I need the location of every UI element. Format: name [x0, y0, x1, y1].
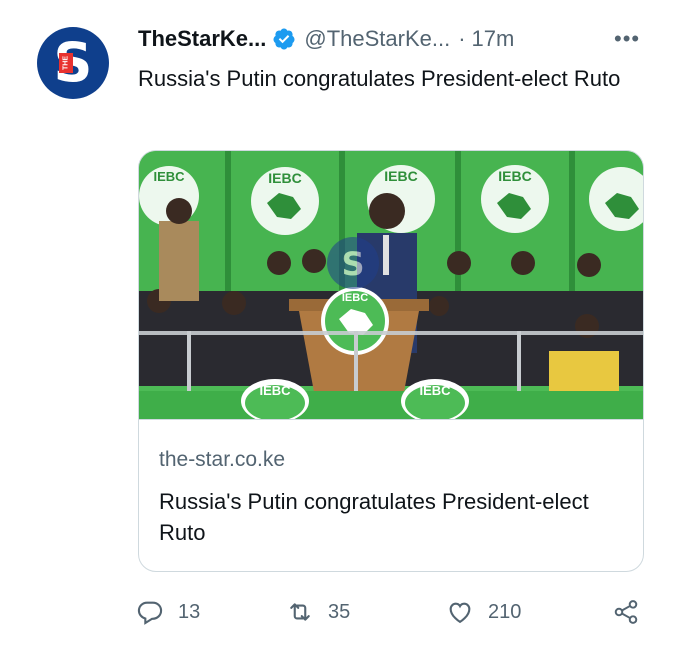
reply-count: 13: [178, 600, 201, 623]
star-watermark: S: [327, 237, 379, 289]
like-count: 210: [488, 600, 522, 623]
iebc-text-1: IEBC: [153, 169, 185, 184]
separator-dot: ·: [458, 26, 466, 51]
like-button[interactable]: 210: [446, 592, 521, 632]
iebc-logo-4: IEBC: [481, 165, 549, 233]
iebc-text-2: IEBC: [268, 170, 301, 186]
iebc-text-3: IEBC: [384, 168, 417, 184]
table-iebc-text-1: IEBC: [259, 383, 291, 398]
table-iebc-text-2: IEBC: [419, 383, 451, 398]
like-icon: [449, 602, 471, 624]
tweet-text: Russia's Putin congratulates President-e…: [138, 66, 621, 91]
tweet-header: TheStarKe... @TheStarKe... · 17m: [138, 24, 648, 54]
podium-iebc-text: IEBC: [342, 292, 368, 304]
watermark-letter: S: [341, 245, 364, 283]
verified-badge-icon: [273, 28, 295, 50]
action-bar: 13 35 210: [0, 592, 675, 632]
link-card[interactable]: IEBC IEBC IEBC IEBC IEBC IEBC IEBC S the…: [138, 150, 644, 572]
account-handle[interactable]: @TheStarKe...: [304, 26, 450, 52]
card-body[interactable]: the-star.co.ke Russia's Putin congratula…: [139, 419, 643, 571]
avatar[interactable]: S THE: [37, 27, 109, 99]
retweet-icon: [290, 603, 310, 621]
card-image[interactable]: IEBC IEBC IEBC IEBC IEBC IEBC IEBC S: [139, 151, 643, 419]
iebc-text-4: IEBC: [498, 168, 531, 184]
reply-button[interactable]: 13: [136, 592, 200, 632]
card-domain: the-star.co.ke: [159, 448, 286, 471]
avatar-logo-badge: THE: [59, 53, 73, 73]
iebc-logo-2: IEBC: [251, 167, 319, 235]
reply-icon: [137, 601, 163, 625]
tweet-timestamp[interactable]: 17m: [472, 26, 515, 52]
account-name[interactable]: TheStarKe...: [138, 26, 266, 52]
card-title: Russia's Putin congratulates President-e…: [159, 489, 589, 545]
more-options-icon[interactable]: •••: [614, 24, 640, 54]
share-button[interactable]: [612, 592, 640, 632]
retweet-count: 35: [328, 600, 351, 623]
retweet-button[interactable]: 35: [286, 592, 350, 632]
share-icon: [614, 600, 638, 624]
